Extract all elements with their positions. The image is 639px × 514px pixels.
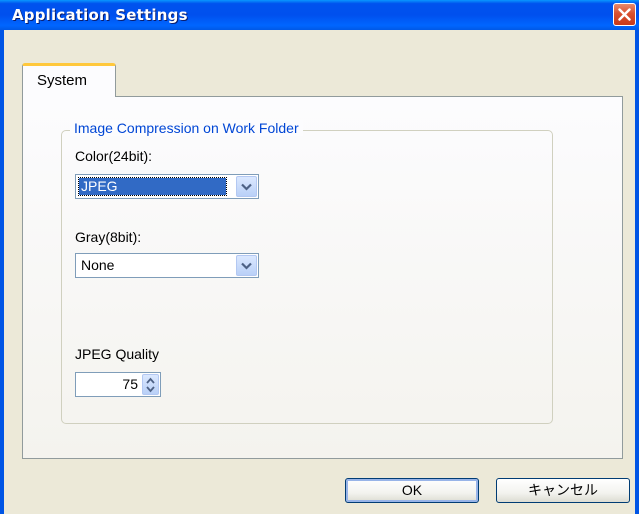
color-compression-value: JPEG: [78, 177, 227, 196]
close-icon: [618, 8, 631, 21]
cancel-button[interactable]: キャンセル: [496, 478, 630, 503]
gray-dropdown-button[interactable]: [236, 255, 257, 276]
color-label: Color(24bit):: [75, 148, 153, 164]
jpeg-quality-label: JPEG Quality: [75, 346, 160, 362]
tab-system-label: System: [37, 72, 88, 89]
chevron-down-icon: [241, 183, 252, 191]
tab-system[interactable]: System: [22, 63, 116, 97]
chevron-down-icon: [241, 262, 252, 270]
jpeg-quality-spinner[interactable]: 75: [75, 372, 161, 397]
title-bar[interactable]: Application Settings: [0, 0, 639, 30]
window-frame-left: [0, 30, 4, 514]
ok-button[interactable]: OK: [345, 478, 479, 503]
color-dropdown-button[interactable]: [236, 176, 257, 197]
up-down-arrows-icon: [146, 377, 155, 393]
gray-compression-value: None: [81, 257, 115, 273]
spinner-buttons[interactable]: [142, 374, 159, 395]
gray-compression-select[interactable]: None: [75, 253, 259, 278]
jpeg-quality-value[interactable]: 75: [122, 376, 138, 392]
groupbox-legend: Image Compression on Work Folder: [70, 120, 303, 136]
window-frame-right: [635, 30, 639, 514]
close-button[interactable]: [613, 3, 636, 26]
window-title: Application Settings: [12, 6, 188, 24]
color-compression-select[interactable]: JPEG: [75, 174, 259, 199]
gray-label: Gray(8bit):: [75, 229, 142, 245]
